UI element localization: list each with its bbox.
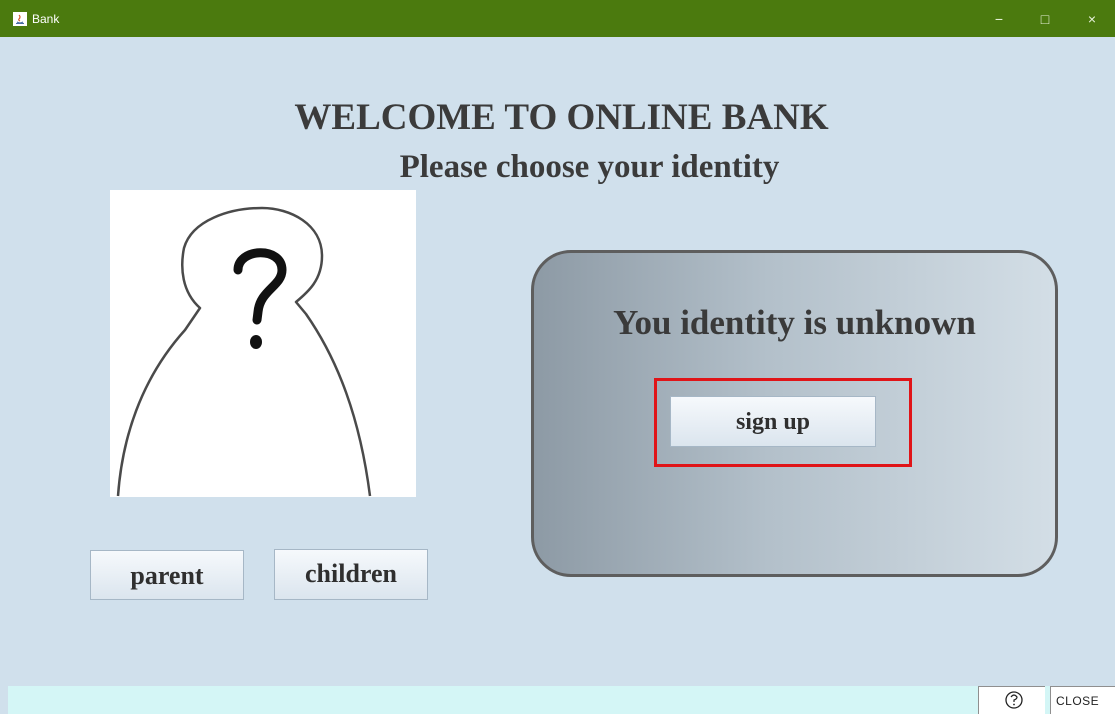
- close-window-button[interactable]: ×: [1081, 8, 1103, 30]
- close-button[interactable]: CLOSE: [1050, 686, 1115, 714]
- page-title: WELCOME TO ONLINE BANK: [294, 97, 829, 138]
- page-subtitle: Please choose your identity: [399, 149, 780, 185]
- minimize-button[interactable]: −: [988, 8, 1010, 30]
- title-bar: Bank − □ ×: [0, 0, 1115, 37]
- parent-button[interactable]: parent: [90, 550, 244, 600]
- help-button[interactable]: [978, 686, 1045, 714]
- window-title: Bank: [32, 12, 60, 26]
- java-app-icon: [13, 12, 27, 26]
- unknown-person-image: [110, 190, 416, 497]
- children-button[interactable]: children: [274, 549, 428, 600]
- identity-status-text: You identity is unknown: [613, 303, 976, 342]
- unknown-person-icon: [116, 206, 372, 497]
- help-icon: [1005, 691, 1023, 709]
- status-bar: [8, 686, 1115, 714]
- sign-up-button[interactable]: sign up: [670, 396, 876, 447]
- bank-window: Bank − □ × WELCOME TO ONLINE BANK Please…: [0, 0, 1115, 714]
- maximize-button[interactable]: □: [1034, 8, 1056, 30]
